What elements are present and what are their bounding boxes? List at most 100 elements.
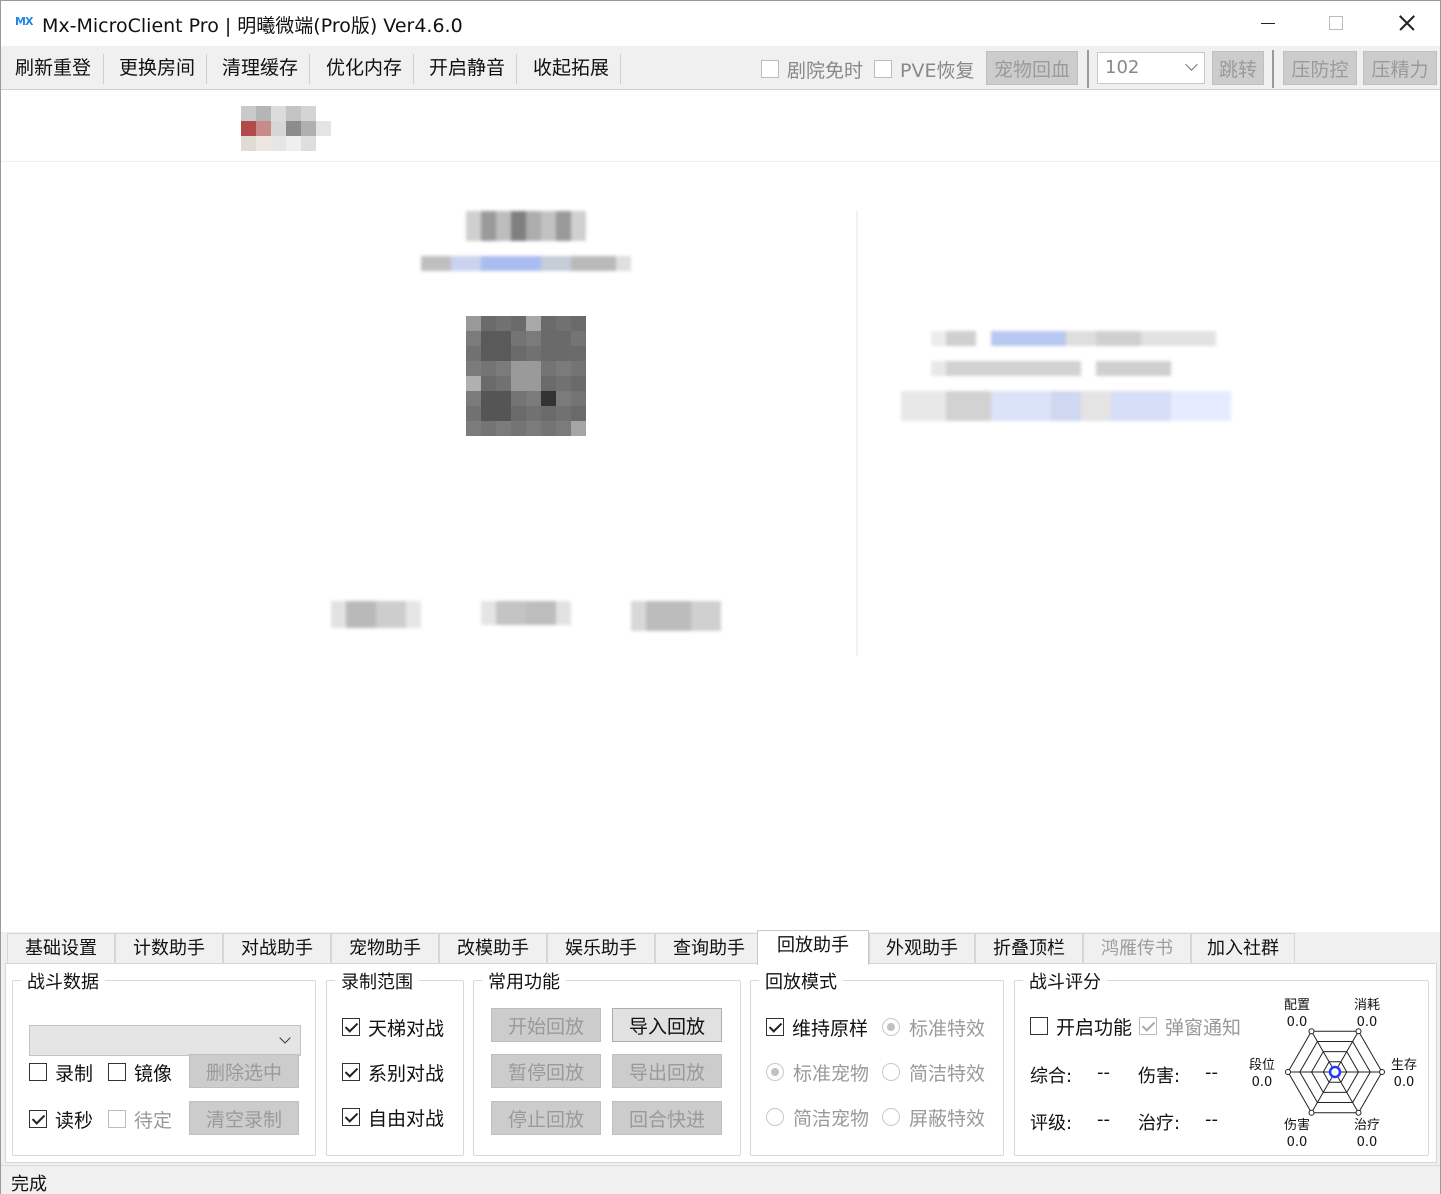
popup-notify-label: 弹窗通知 [1165, 1016, 1242, 1039]
simple-effects-radio[interactable]: 简洁特效 [882, 1061, 985, 1085]
damage-value: -- [1205, 1062, 1218, 1083]
replay-mode-title: 回放模式 [759, 968, 843, 994]
room-select-value: 102 [1105, 57, 1140, 78]
clear-cache-button[interactable]: 清理缓存 [222, 46, 298, 90]
info-text-blurred [901, 391, 1231, 421]
start-replay-button[interactable]: 开始回放 [491, 1008, 601, 1042]
enable-score-checkbox[interactable]: 开启功能 [1030, 1015, 1132, 1039]
overall-label: 综合: [1030, 1066, 1073, 1087]
tab-pet-helper[interactable]: 宠物助手 [331, 933, 439, 964]
close-button[interactable] [1371, 1, 1441, 46]
enable-mute-button[interactable]: 开启静音 [429, 46, 505, 90]
radar-value-consume: 0.0 [1356, 1015, 1378, 1030]
checkbox-box [342, 1063, 360, 1081]
replay-panel-inner: 战斗数据 录制 镜像 删除选中 读秒 待定 清空录制 录制范围 天梯对战 系别对… [5, 963, 1437, 1163]
pet-heal-button[interactable]: 宠物回血 [986, 51, 1078, 85]
record-range-title: 录制范围 [335, 968, 419, 994]
damage-label: 伤害: [1138, 1066, 1181, 1087]
toolbar: 刷新重登 更换房间 清理缓存 优化内存 开启静音 收起拓展 剧院免时 PVE恢复… [1, 46, 1440, 90]
series-battle-checkbox[interactable]: 系别对战 [342, 1061, 445, 1085]
radar-vertex [1355, 1109, 1362, 1116]
maximize-button[interactable] [1301, 1, 1371, 46]
radar-value-survive: 0.0 [1393, 1075, 1415, 1090]
suppress-energy-button[interactable]: 压精力 [1363, 51, 1437, 85]
tab-basic-settings[interactable]: 基础设置 [7, 933, 115, 964]
pve-recover-label: PVE恢复 [900, 59, 975, 82]
tab-battle-helper[interactable]: 对战助手 [223, 933, 331, 964]
toolbar-separator [103, 54, 104, 84]
clear-records-button[interactable]: 清空录制 [189, 1101, 299, 1135]
tab-appearance-helper[interactable]: 外观助手 [869, 933, 975, 964]
toolbar-separator [206, 54, 207, 84]
content-vertical-divider [856, 211, 858, 656]
delete-selected-button[interactable]: 删除选中 [189, 1054, 299, 1088]
export-replay-button[interactable]: 导出回放 [612, 1054, 722, 1088]
series-battle-label: 系别对战 [368, 1062, 445, 1085]
login-option-blurred[interactable] [631, 601, 721, 631]
toolbar-separator [413, 54, 414, 84]
checkbox-box [342, 1018, 360, 1036]
suppress-defense-button[interactable]: 压防控 [1283, 51, 1357, 85]
pending-checkbox[interactable]: 待定 [108, 1108, 172, 1132]
change-room-button[interactable]: 更换房间 [119, 46, 195, 90]
read-seconds-checkbox[interactable]: 读秒 [29, 1108, 93, 1132]
login-option-blurred[interactable] [331, 601, 421, 628]
checkbox-box [1030, 1017, 1048, 1035]
record-checkbox[interactable]: 录制 [29, 1061, 93, 1085]
radio-circle [882, 1063, 900, 1081]
toolbar-separator [620, 54, 621, 84]
record-range-group: 录制范围 天梯对战 系别对战 自由对战 [326, 968, 464, 1156]
radio-circle [766, 1108, 784, 1126]
round-fast-button[interactable]: 回合快进 [612, 1101, 722, 1135]
jump-button[interactable]: 跳转 [1212, 51, 1264, 85]
radar-label-config: 配置 [1283, 998, 1310, 1013]
tab-join-community[interactable]: 加入社群 [1191, 933, 1295, 964]
tab-replay-helper[interactable]: 回放助手 [757, 930, 869, 965]
battle-data-combo[interactable] [29, 1025, 301, 1056]
status-bar: 完成 [1, 1165, 1440, 1194]
login-option-blurred[interactable] [481, 601, 571, 625]
minimize-button[interactable] [1233, 1, 1303, 46]
radar-label-consume: 消耗 [1353, 998, 1380, 1013]
toolbar-divider [1272, 50, 1274, 88]
standard-pet-radio[interactable]: 标准宠物 [766, 1061, 869, 1085]
theater-free-checkbox[interactable]: 剧院免时 [761, 58, 863, 82]
checkbox-box [1139, 1017, 1157, 1035]
login-title-blurred [466, 211, 586, 241]
simple-pet-radio[interactable]: 简洁宠物 [766, 1106, 869, 1130]
refresh-login-button[interactable]: 刷新重登 [15, 46, 91, 90]
radar-value-point [1328, 1065, 1342, 1079]
tab-counter-helper[interactable]: 计数助手 [115, 933, 223, 964]
ladder-battle-label: 天梯对战 [368, 1017, 445, 1040]
toolbar-separator [309, 54, 310, 84]
room-select[interactable]: 102 [1097, 52, 1205, 84]
tab-fold-topbar[interactable]: 折叠顶栏 [975, 933, 1083, 964]
pause-replay-button[interactable]: 暂停回放 [491, 1054, 601, 1088]
checkbox-box [29, 1110, 47, 1128]
hide-effects-radio[interactable]: 屏蔽特效 [882, 1106, 985, 1130]
collapse-ext-button[interactable]: 收起拓展 [533, 46, 609, 90]
keep-original-checkbox[interactable]: 维持原样 [766, 1016, 869, 1040]
free-battle-checkbox[interactable]: 自由对战 [342, 1106, 444, 1130]
checkbox-box [342, 1108, 360, 1126]
tab-messenger[interactable]: 鸿雁传书 [1083, 933, 1191, 964]
popup-notify-checkbox[interactable]: 弹窗通知 [1139, 1015, 1242, 1039]
tab-fun-helper[interactable]: 娱乐助手 [547, 933, 655, 964]
info-text-blurred [931, 361, 1171, 376]
radio-circle [766, 1063, 784, 1081]
optimize-memory-button[interactable]: 优化内存 [326, 46, 402, 90]
tab-model-helper[interactable]: 改模助手 [439, 933, 547, 964]
import-replay-button[interactable]: 导入回放 [612, 1008, 722, 1042]
web-view[interactable] [1, 91, 1440, 931]
chevron-down-icon [279, 1032, 291, 1044]
radar-value-config: 0.0 [1286, 1015, 1308, 1030]
standard-effects-radio[interactable]: 标准特效 [882, 1016, 985, 1040]
qr-code-image [466, 316, 586, 436]
pve-recover-checkbox[interactable]: PVE恢复 [874, 58, 975, 82]
radar-label-heal: 治疗 [1353, 1118, 1380, 1133]
ladder-battle-checkbox[interactable]: 天梯对战 [342, 1016, 445, 1040]
tab-query-helper[interactable]: 查询助手 [655, 933, 763, 964]
stop-replay-button[interactable]: 停止回放 [491, 1101, 601, 1135]
keep-original-label: 维持原样 [792, 1017, 869, 1040]
mirror-checkbox[interactable]: 镜像 [108, 1061, 172, 1085]
